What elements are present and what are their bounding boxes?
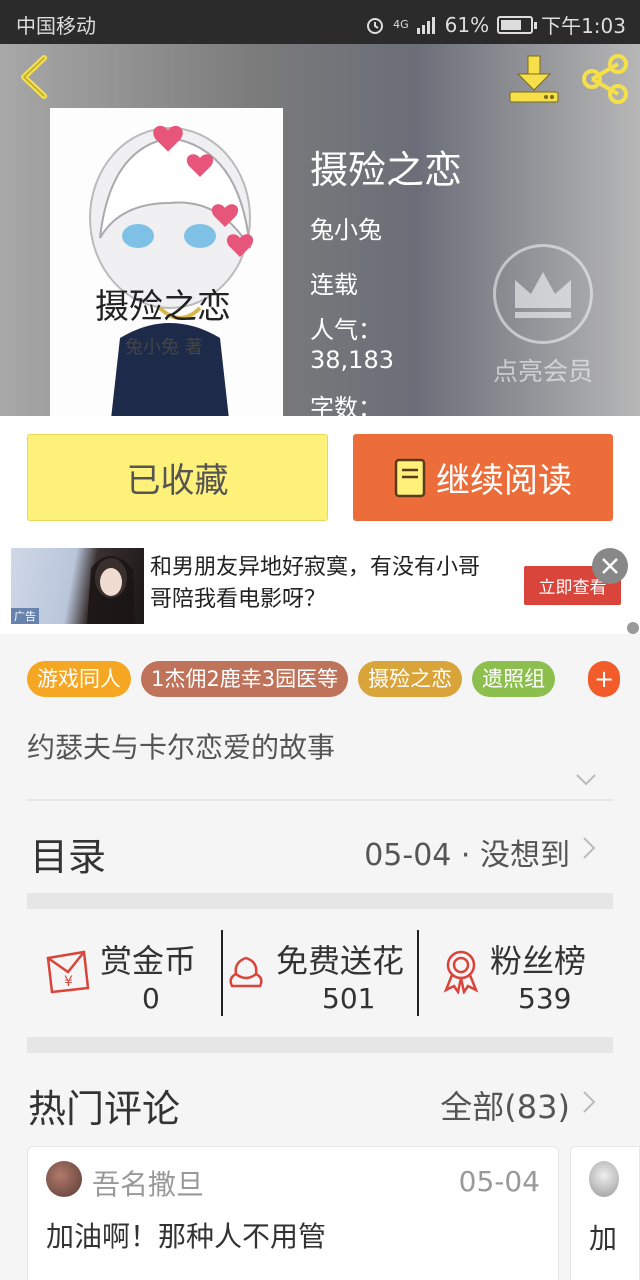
cover-illustration: 摄殓之恋 兔小兔 著 (50, 108, 283, 416)
crown-icon (493, 244, 593, 344)
ad-text[interactable]: 和男朋友异地好寂寞，有没有小哥哥陪我看电影呀？ (150, 552, 490, 616)
toc-latest-chapter: 05-04 · 没想到 (364, 838, 570, 873)
comment-text: 加 (589, 1222, 618, 1255)
battery-percent: 61% (444, 12, 490, 37)
book-header: 摄殓之恋 兔小兔 著 摄殓之恋 兔小兔 连载 人气： 38,183 字数： 点亮… (0, 44, 640, 416)
action-bar: 已收藏 继续阅读 (0, 416, 640, 540)
clock: 下午1:03 (541, 14, 626, 38)
stat-label: 免费送花 (276, 942, 405, 980)
favorite-label: 已收藏 (126, 461, 229, 501)
section-divider (27, 1037, 613, 1053)
close-icon[interactable] (592, 548, 628, 584)
cover-title: 摄殓之恋 (95, 287, 231, 327)
battery-icon (497, 15, 538, 34)
avatar[interactable] (46, 1161, 82, 1197)
share-icon[interactable] (580, 54, 630, 104)
toc-label: 目录 (30, 835, 107, 879)
divider (417, 930, 419, 1016)
avatar[interactable] (589, 1161, 619, 1197)
divider (221, 930, 223, 1016)
popularity-label: 人气： (310, 316, 382, 344)
status-bar: 中国移动 4G 61% 下午1:03 (0, 0, 640, 44)
stat-label: 赏金币 (100, 942, 197, 980)
tag-chip[interactable]: 1杰佣2鹿幸3园医等 (141, 661, 349, 697)
download-icon[interactable] (508, 54, 560, 104)
word-count-label: 字数： (310, 394, 382, 416)
network-label: 4G (393, 18, 409, 31)
popularity-value: 38,183 (310, 346, 394, 374)
stat-value: 501 (322, 982, 376, 1015)
comment-date: 05-04 (458, 1165, 540, 1198)
status-icons: 4G 61% 下午1:03 (365, 10, 626, 39)
ad-banner[interactable]: 广告 和男朋友异地好寂寞，有没有小哥哥陪我看电影呀？ 立即查看 (0, 540, 640, 634)
red-envelope-icon: ¥ (46, 950, 90, 994)
alarm-icon (367, 17, 384, 34)
more-tags-button[interactable]: + (588, 661, 620, 697)
fan-ranking-stat[interactable]: 粉丝榜 539 (436, 932, 616, 1015)
reward-coins-stat[interactable]: ¥ 赏金币 0 (40, 932, 220, 1015)
ad-info-icon[interactable] (627, 622, 639, 634)
carrier-label: 中国移动 (16, 14, 96, 38)
comment-text: 加油啊！那种人不用管 (46, 1220, 327, 1253)
stat-value: 539 (518, 982, 572, 1015)
stat-value: 0 (142, 982, 160, 1015)
stat-label: 粉丝榜 (490, 942, 587, 980)
book-summary: 约瑟夫与卡尔恋爱的故事 (27, 731, 336, 764)
continue-reading-button[interactable]: 继续阅读 (353, 434, 613, 521)
chevron-right-icon (583, 837, 596, 859)
ad-image[interactable]: 广告 (11, 548, 144, 624)
comment-card[interactable]: 加 (570, 1146, 640, 1280)
tag-chip[interactable]: 游戏同人 (27, 661, 131, 697)
book-author[interactable]: 兔小兔 (310, 214, 382, 246)
free-flowers-stat[interactable]: 免费送花 501 (226, 932, 416, 1015)
divider (27, 799, 613, 801)
vip-badge[interactable]: 点亮会员 (488, 244, 598, 388)
favorite-button[interactable]: 已收藏 (27, 434, 328, 521)
chevron-down-icon[interactable] (575, 772, 597, 788)
book-title: 摄殓之恋 (310, 148, 463, 192)
svg-text:¥: ¥ (64, 974, 73, 990)
tag-list: 游戏同人 1杰佣2鹿幸3园医等 摄殓之恋 遗照组 (27, 661, 556, 697)
tag-chip[interactable]: 摄殓之恋 (358, 661, 463, 697)
continue-reading-label: 继续阅读 (436, 461, 572, 501)
all-comments-link[interactable]: 全部(83) (440, 1082, 570, 1128)
hot-comments-title: 热门评论 (28, 1087, 181, 1131)
signal-icon (416, 16, 435, 34)
medal-icon (443, 950, 479, 994)
book-icon (394, 458, 426, 497)
book-status: 连载 (310, 271, 358, 299)
flower-icon (229, 956, 263, 988)
comment-user[interactable]: 吾名撒旦 (92, 1163, 204, 1203)
comment-card[interactable]: 吾名撒旦 05-04 加油啊！那种人不用管 (27, 1146, 559, 1280)
book-cover[interactable]: 摄殓之恋 兔小兔 著 (50, 108, 283, 416)
vip-label: 点亮会员 (492, 357, 593, 386)
back-icon[interactable] (14, 54, 54, 100)
cover-author: 兔小兔 著 (125, 337, 203, 358)
chevron-right-icon (583, 1091, 596, 1113)
section-divider (27, 893, 613, 909)
ad-tag: 广告 (11, 608, 39, 624)
tag-chip[interactable]: 遗照组 (472, 661, 556, 697)
